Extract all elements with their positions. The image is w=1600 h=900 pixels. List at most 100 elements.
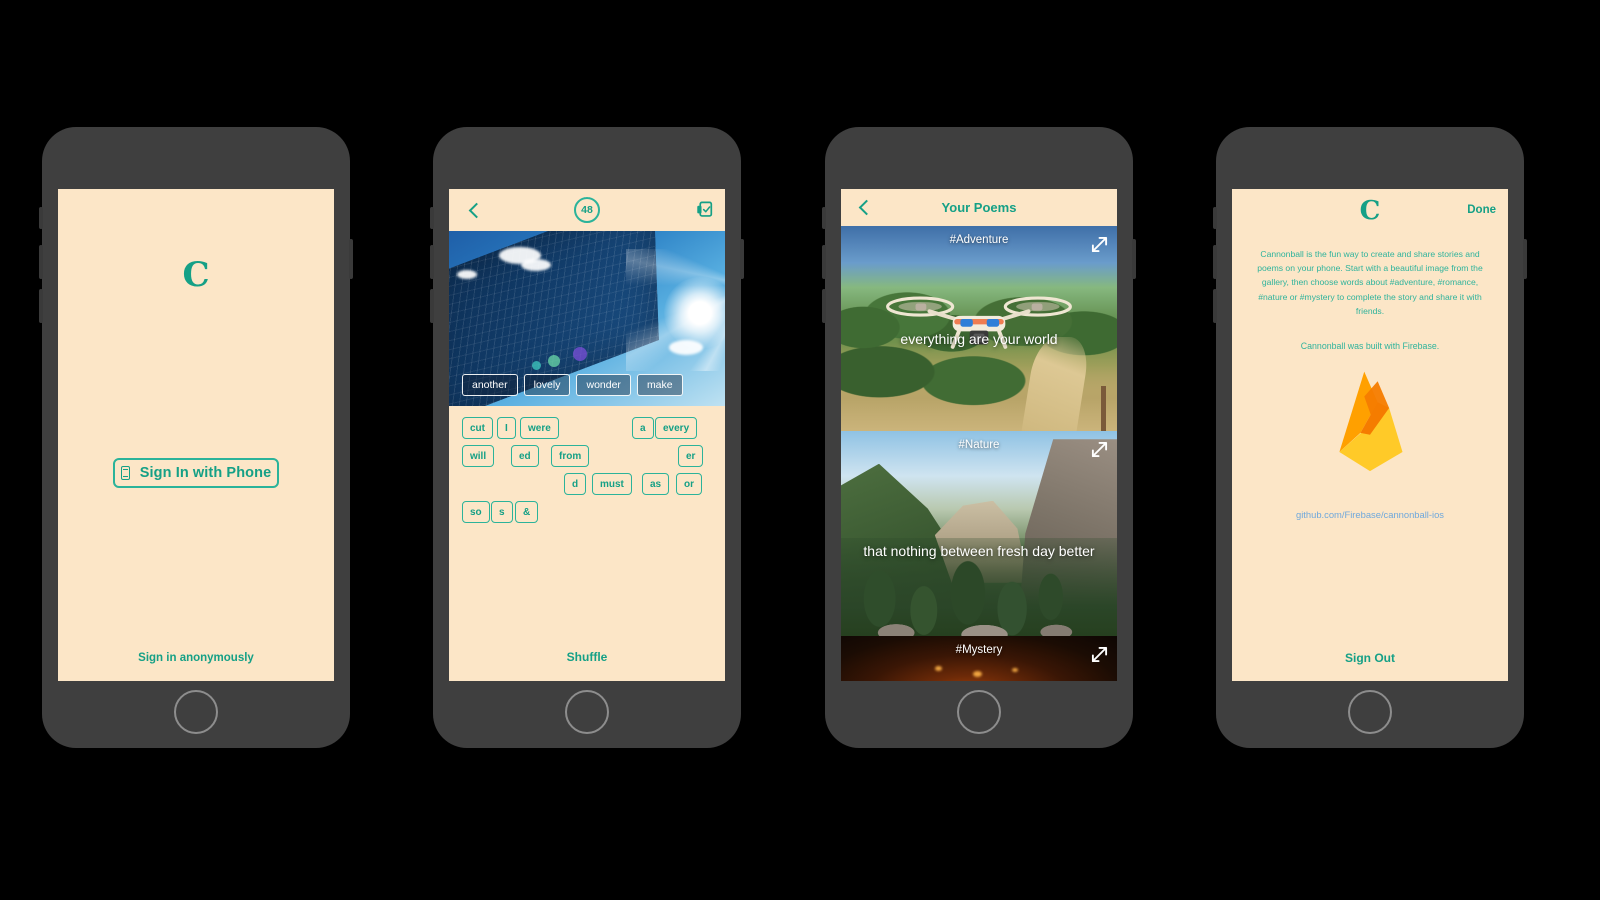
word-chip[interactable]: a [632,417,654,439]
device-button-power [349,239,353,279]
expand-icon[interactable] [1091,441,1108,458]
github-link[interactable]: github.com/Firebase/cannonball-ios [1232,509,1508,520]
poem-tag: #Nature [958,439,1000,451]
word-bank: cut I were a every will ed from er d mus… [449,406,725,681]
poem-card[interactable]: #Mystery [841,636,1117,681]
app-logo: C [182,255,210,295]
word-chip[interactable]: er [678,445,704,467]
poem-image-adventure [841,226,1117,431]
lens-flare [531,360,541,370]
about-description: Cannonball is the fun way to create and … [1257,249,1483,316]
counter-ring-gap [574,197,600,223]
phone-2-device: 48 another lovely wonder make cut I were… [430,127,744,748]
submit-poem-icon[interactable] [696,201,713,220]
poem-card[interactable]: #Adventure everything are your world [841,226,1117,431]
device-button-power [1523,239,1527,279]
cloud [668,339,703,355]
device-button-vol-down [822,289,826,323]
ember [934,665,942,671]
home-button[interactable] [174,690,218,734]
sign-in-anonymously-link[interactable]: Sign in anonymously [58,652,334,664]
ember [973,671,983,678]
device-button-vol-up [430,245,434,279]
word-chip[interactable]: every [655,417,698,439]
word-chip[interactable]: I [497,417,516,439]
phone-1-device: C Sign In with Phone Sign in anonymously [39,127,353,748]
wooden-post [1100,385,1106,431]
home-button[interactable] [565,690,609,734]
poem-tag: #Mystery [955,644,1003,656]
word-chip[interactable]: s [491,501,513,523]
device-button-mute [822,207,826,229]
selected-word-chip[interactable]: lovely [523,374,571,396]
phone-3-device: Your Poems #Adventure everything are you… [822,127,1136,748]
cloud [457,269,478,279]
word-chip[interactable]: cut [462,417,493,439]
done-button[interactable]: Done [1467,204,1496,216]
built-with-firebase-text: Cannonball was built with Firebase. [1300,341,1440,351]
word-bank-row: so s & [449,501,725,523]
sign-in-with-phone-button[interactable]: Sign In with Phone [113,458,279,488]
poem-text: that nothing between fresh day better [863,543,1095,559]
phone-4-screen: C Done Cannonball is the fun way to crea… [1232,189,1508,681]
word-chip[interactable]: will [462,445,495,467]
poems-navbar: Your Poems [841,189,1117,226]
device-button-power [1132,239,1136,279]
phone-4-device: C Done Cannonball is the fun way to crea… [1213,127,1527,748]
sign-out-button[interactable]: Sign Out [1232,651,1508,665]
word-bank-row: cut I were a every [449,417,725,439]
firebase-flame-icon [1322,364,1418,474]
expand-icon[interactable] [1091,236,1108,253]
sun-glow [664,276,725,349]
device-button-mute [430,207,434,229]
device-button-vol-up [822,245,826,279]
selected-words-row: another lovely wonder make [449,374,725,396]
poem-image-nature [841,431,1117,636]
cloud [520,259,551,271]
poem-card[interactable]: #Nature that nothing between fresh day b… [841,431,1117,636]
word-chip[interactable]: were [520,417,559,439]
word-chip[interactable]: d [564,473,587,495]
word-chip[interactable]: as [642,473,670,495]
device-button-vol-up [1213,245,1217,279]
sign-in-button-label: Sign In with Phone [139,465,272,481]
word-bank-row: d must as or [449,473,725,495]
word-chip[interactable]: from [551,445,590,467]
poem-text: everything are your world [900,331,1058,347]
compose-hero-image[interactable]: another lovely wonder make [449,231,725,406]
word-bank-row: will ed from er [449,445,725,467]
device-button-vol-down [1213,289,1217,323]
home-button[interactable] [957,690,1001,734]
phone-2-screen: 48 another lovely wonder make cut I were… [449,189,725,681]
device-button-power [740,239,744,279]
expand-icon[interactable] [1091,646,1108,663]
device-button-mute [1213,207,1217,229]
device-button-vol-down [430,289,434,323]
home-button[interactable] [1348,690,1392,734]
page-title: Your Poems [941,200,1017,215]
shuffle-button[interactable]: Shuffle [449,650,725,664]
device-button-mute [39,207,43,229]
word-chip[interactable]: or [676,473,702,495]
chevron-left-icon [468,202,484,218]
selected-word-chip[interactable]: make [636,374,683,396]
foreground-rocks [841,603,1117,636]
compose-navbar: 48 [449,189,725,231]
phone-1-screen: C Sign In with Phone Sign in anonymously [58,189,334,681]
selected-word-chip[interactable]: another [462,374,518,396]
word-chip[interactable]: so [462,501,490,523]
device-button-vol-down [39,289,43,323]
word-chip[interactable]: & [515,501,539,523]
word-chip[interactable]: ed [511,445,539,467]
ember [1012,667,1019,672]
lens-flare [573,346,588,361]
phone-icon [120,466,130,480]
poem-tag: #Adventure [949,234,1009,246]
phone-3-screen: Your Poems #Adventure everything are you… [841,189,1117,681]
selected-word-chip[interactable]: wonder [576,374,631,396]
word-chip[interactable]: must [592,473,632,495]
poem-image-mystery [841,636,1117,681]
device-button-vol-up [39,245,43,279]
back-button[interactable] [459,189,493,231]
screenshot-stage: C Sign In with Phone Sign in anonymously… [0,0,1600,900]
